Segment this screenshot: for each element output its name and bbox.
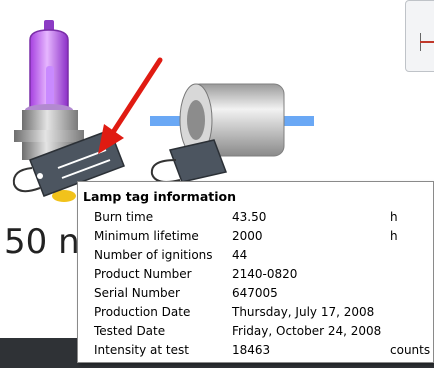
row-unit: h bbox=[390, 229, 398, 243]
row-value: 2000 bbox=[232, 229, 263, 243]
row-value: 647005 bbox=[232, 286, 278, 300]
tooltip-row-burn-time: Burn time 43.50 h bbox=[78, 210, 433, 229]
row-value: 43.50 bbox=[232, 210, 267, 224]
row-label: Intensity at test bbox=[94, 343, 189, 357]
tooltip-row-tested-date: Tested Date Friday, October 24, 2008 bbox=[78, 324, 433, 343]
tooltip-row-minimum-lifetime: Minimum lifetime 2000 h bbox=[78, 229, 433, 248]
row-value: 44 bbox=[232, 248, 248, 262]
pointer-arrow-icon bbox=[98, 57, 163, 154]
row-value: Friday, October 24, 2008 bbox=[232, 324, 382, 338]
cylinder-lamp-icon[interactable] bbox=[150, 83, 314, 183]
row-value: 18463 bbox=[232, 343, 271, 357]
row-label: Tested Date bbox=[94, 324, 166, 338]
tooltip-row-ignitions: Number of ignitions 44 bbox=[78, 248, 433, 267]
tooltip-row-serial-number: Serial Number 647005 bbox=[78, 286, 433, 305]
tooltip-row-production-date: Production Date Thursday, July 17, 2008 bbox=[78, 305, 433, 324]
row-value: Thursday, July 17, 2008 bbox=[232, 305, 375, 319]
lamp-tag-tooltip: Lamp tag information Burn time 43.50 h M… bbox=[77, 181, 434, 363]
row-label: Burn time bbox=[94, 210, 154, 224]
row-unit: counts bbox=[390, 343, 431, 357]
partial-value-label: 50 n bbox=[4, 222, 80, 262]
row-label: Number of ignitions bbox=[94, 248, 213, 262]
row-label: Minimum lifetime bbox=[94, 229, 199, 243]
tooltip-row-product-number: Product Number 2140-0820 bbox=[78, 267, 433, 286]
row-label: Production Date bbox=[94, 305, 191, 319]
widget-marker bbox=[420, 41, 434, 43]
tooltip-row-intensity: Intensity at test 18463 counts bbox=[78, 343, 433, 362]
corner-widget[interactable] bbox=[405, 0, 434, 72]
row-unit: h bbox=[390, 210, 398, 224]
row-value: 2140-0820 bbox=[232, 267, 298, 281]
row-label: Product Number bbox=[94, 267, 192, 281]
row-label: Serial Number bbox=[94, 286, 180, 300]
tooltip-title: Lamp tag information bbox=[83, 189, 237, 204]
